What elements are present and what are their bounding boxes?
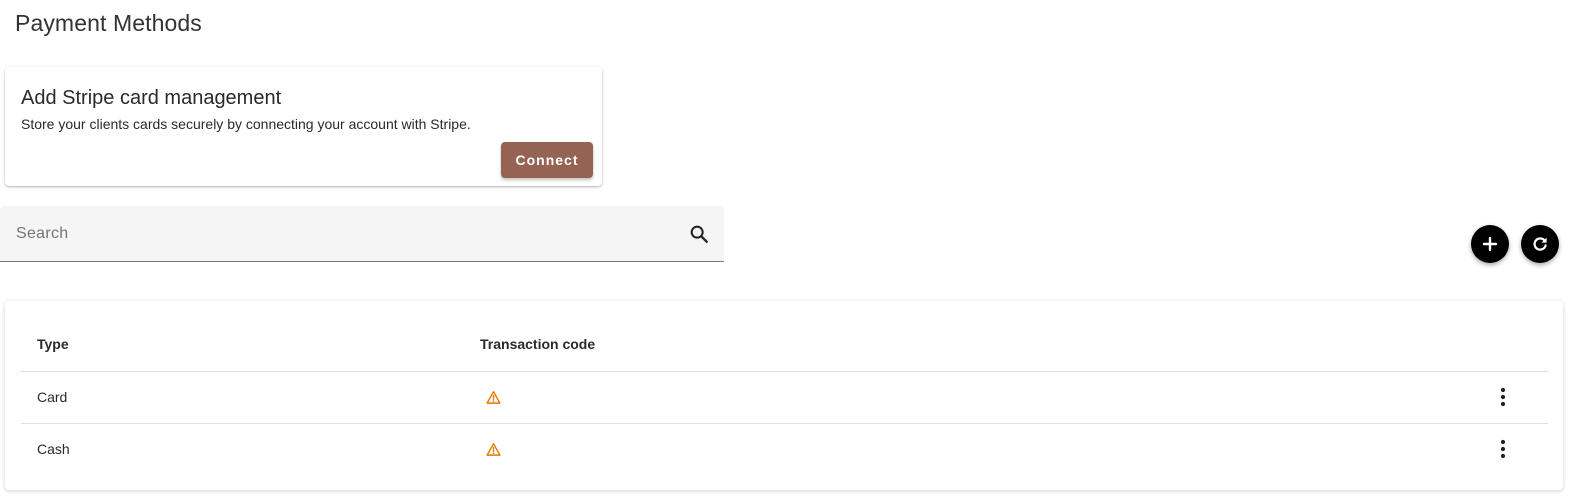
column-header-type[interactable]: Type: [37, 336, 69, 352]
table-row[interactable]: Card: [21, 372, 1548, 424]
search-field[interactable]: [0, 206, 724, 262]
table-header-row: Type Transaction code: [21, 317, 1548, 372]
add-button[interactable]: [1471, 225, 1509, 263]
row-more-menu-button[interactable]: [1491, 437, 1515, 461]
page-title: Payment Methods: [15, 10, 202, 36]
table-row[interactable]: Cash: [21, 424, 1548, 476]
refresh-button[interactable]: [1521, 225, 1559, 263]
payment-methods-table-card: Type Transaction code Card Cash: [5, 301, 1563, 490]
payment-methods-page: Payment Methods Add Stripe card manageme…: [0, 0, 1577, 500]
plus-icon: [1482, 236, 1498, 252]
payment-methods-table: Type Transaction code Card Cash: [21, 317, 1548, 476]
search-input[interactable]: [16, 206, 676, 261]
stripe-card-description: Store your clients cards securely by con…: [21, 116, 471, 132]
warning-icon: [486, 442, 501, 456]
stripe-card-title: Add Stripe card management: [21, 87, 282, 109]
search-icon[interactable]: [688, 223, 710, 245]
warning-icon: [486, 390, 501, 404]
more-vertical-icon: [1500, 439, 1506, 459]
more-vertical-icon: [1500, 387, 1506, 407]
connect-button[interactable]: Connect: [501, 142, 593, 178]
stripe-card: Add Stripe card management Store your cl…: [5, 67, 602, 186]
row-more-menu-button[interactable]: [1491, 385, 1515, 409]
cell-type: Cash: [37, 441, 70, 457]
cell-type: Card: [37, 389, 68, 405]
refresh-icon: [1533, 237, 1547, 251]
column-header-transaction-code[interactable]: Transaction code: [480, 336, 595, 352]
